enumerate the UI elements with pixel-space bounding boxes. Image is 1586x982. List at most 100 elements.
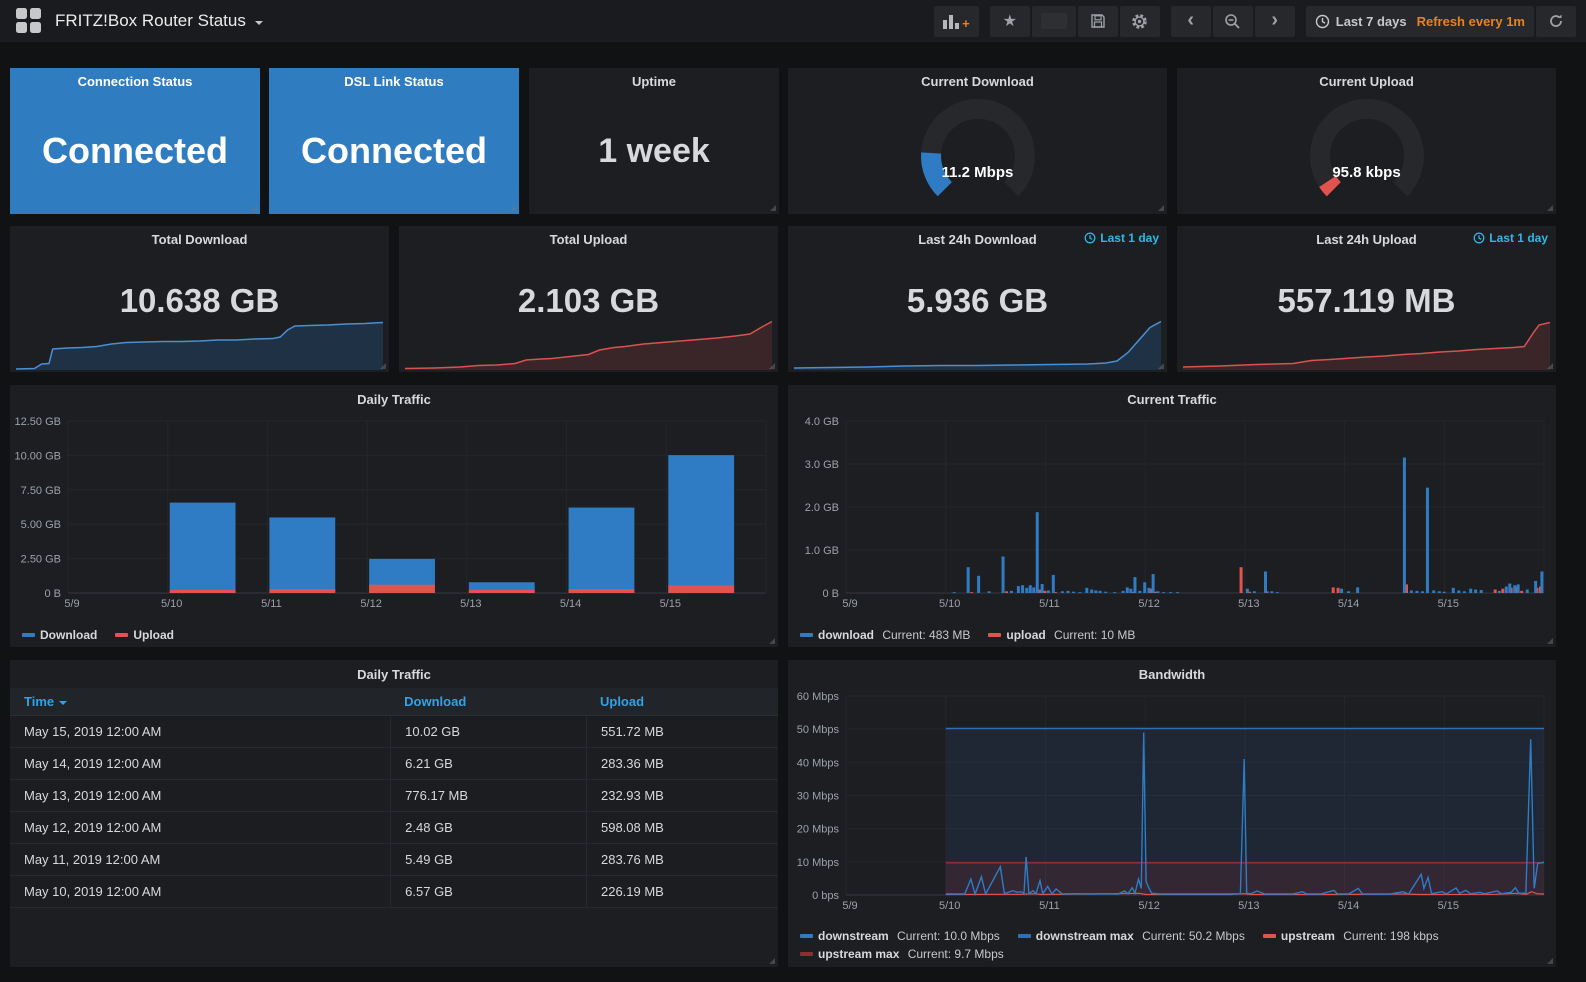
- panel-resize-handle[interactable]: [251, 205, 257, 211]
- time-range-label: Last 7 days: [1335, 13, 1407, 29]
- panel-connection-status: Connection Status Connected: [10, 68, 260, 214]
- panel-title[interactable]: Daily Traffic: [10, 385, 778, 413]
- download-bar: [668, 455, 735, 593]
- share-icon: [1040, 13, 1067, 29]
- grafana-logo-icon[interactable]: [16, 8, 42, 34]
- panel-title[interactable]: Uptime: [529, 68, 779, 94]
- refresh-icon: [1550, 14, 1562, 27]
- refresh-interval-label: Refresh every 1m: [1416, 13, 1525, 29]
- table-cell: 2.48 GB: [390, 812, 586, 843]
- legend-swatch-icon: [800, 633, 813, 637]
- time-range-picker[interactable]: Last 7 days Refresh every 1m: [1305, 5, 1534, 37]
- table-cell: 776.17 MB: [390, 780, 586, 811]
- upload-bar: [568, 589, 635, 593]
- legend-item[interactable]: upstream Current: 198 kbps: [1262, 929, 1439, 943]
- x-tick-label: 5/15: [1438, 598, 1459, 610]
- last24-upload-sparkline: [1182, 320, 1551, 370]
- panel-total-upload: Total Upload 2.103 GB: [399, 226, 778, 372]
- download-bar: [169, 502, 236, 593]
- panel-resize-handle[interactable]: [1158, 205, 1164, 211]
- panel-resize-handle[interactable]: [510, 205, 516, 211]
- panel-title[interactable]: Total Upload: [399, 226, 778, 252]
- x-tick-label: 5/11: [261, 598, 282, 610]
- panel-title[interactable]: DSL Link Status: [269, 68, 519, 94]
- dsl-link-status-value: Connected: [300, 130, 487, 171]
- x-tick-label: 5/14: [560, 598, 581, 610]
- legend-item[interactable]: downstream Current: 10.0 Mbps: [800, 929, 1000, 943]
- download-spike: [1479, 589, 1483, 593]
- share-dashboard-button[interactable]: [1031, 5, 1076, 37]
- download-spike: [1534, 580, 1538, 593]
- table-cell: May 12, 2019 12:00 AM: [24, 820, 162, 835]
- download-spike: [1090, 589, 1094, 593]
- time-forward-button[interactable]: ›: [1254, 5, 1295, 37]
- download-spike: [1021, 585, 1025, 593]
- panel-title[interactable]: Connection Status: [10, 68, 260, 94]
- legend-item[interactable]: download Current: 483 MB: [800, 628, 970, 642]
- table-cell: 6.21 GB: [390, 748, 586, 779]
- legend-item[interactable]: downstream max Current: 50.2 Mbps: [1017, 929, 1245, 943]
- save-dashboard-button[interactable]: [1077, 5, 1118, 37]
- panel-last24-download: Last 24h Download Last 1 day 5.936 GB: [788, 226, 1167, 372]
- panel-resize-handle[interactable]: [1547, 205, 1553, 211]
- dashboard-title-caret-icon[interactable]: [254, 20, 263, 25]
- legend-item[interactable]: Upload: [115, 628, 174, 642]
- y-tick-label: 0 B: [822, 588, 839, 600]
- zoom-out-button[interactable]: [1212, 5, 1253, 37]
- panel-resize-handle[interactable]: [380, 363, 386, 369]
- current-download-gauge: [920, 99, 1035, 197]
- legend-item[interactable]: Download: [22, 628, 97, 642]
- panel-resize-handle[interactable]: [769, 638, 775, 644]
- panel-resize-handle[interactable]: [769, 958, 775, 964]
- x-tick-label: 5/12: [1138, 900, 1159, 912]
- table-cell: 226.19 MB: [585, 876, 778, 907]
- zoom-out-icon: [1225, 13, 1240, 29]
- upload-bar: [468, 589, 535, 593]
- chart-legend: downstream Current: 10.0 Mbps downstream …: [800, 929, 1548, 961]
- panel-title[interactable]: Daily Traffic: [10, 660, 778, 688]
- download-spike: [1078, 592, 1082, 594]
- download-spike: [1437, 591, 1441, 593]
- download-spike: [1072, 591, 1076, 593]
- panel-title[interactable]: Current Upload: [1177, 68, 1556, 94]
- panel-title[interactable]: Total Download: [10, 226, 389, 252]
- x-tick-label: 5/11: [1039, 900, 1060, 912]
- download-spike: [1347, 591, 1351, 593]
- timeshift-badge: Last 1 day: [1473, 231, 1548, 245]
- y-tick-label: 2.50 GB: [21, 554, 61, 566]
- gear-icon: [1132, 13, 1148, 29]
- table-column-header[interactable]: Download: [390, 688, 586, 715]
- dashboard-settings-button[interactable]: [1119, 5, 1160, 37]
- refresh-button[interactable]: [1536, 5, 1576, 37]
- panel-current-traffic-chart: Current Traffic 4.0 GB 3.0 GB 2.0 GB 1.0 GB…: [788, 385, 1556, 647]
- table-cell: 10.02 GB: [390, 716, 586, 747]
- panel-resize-handle[interactable]: [769, 363, 775, 369]
- y-tick-label: 10 Mbps: [797, 857, 840, 869]
- table-column-header[interactable]: Upload: [586, 688, 778, 715]
- panel-resize-handle[interactable]: [1547, 363, 1553, 369]
- legend-item[interactable]: upload Current: 10 MB: [988, 628, 1135, 642]
- panel-resize-handle[interactable]: [1547, 638, 1553, 644]
- panel-resize-handle[interactable]: [770, 205, 776, 211]
- panel-title[interactable]: Bandwidth: [788, 660, 1556, 688]
- download-spike: [1046, 590, 1050, 593]
- time-back-button[interactable]: ‹: [1170, 5, 1211, 37]
- panel-resize-handle[interactable]: [1158, 363, 1164, 369]
- current-download-value: 11.2 Mbps: [941, 164, 1014, 181]
- table-cell: 232.93 MB: [585, 780, 778, 811]
- legend-item[interactable]: upstream max Current: 9.7 Mbps: [800, 947, 1004, 961]
- star-dashboard-button[interactable]: ★: [989, 5, 1030, 37]
- panel-title[interactable]: Current Traffic: [788, 385, 1556, 413]
- chevron-right-icon: ›: [1271, 8, 1279, 31]
- panel-title[interactable]: Current Download: [788, 68, 1167, 94]
- dashboard-title[interactable]: FRITZ!Box Router Status: [55, 11, 246, 31]
- x-tick-label: 5/10: [939, 900, 960, 912]
- add-panel-button[interactable]: +: [934, 5, 979, 37]
- panel-resize-handle[interactable]: [1547, 958, 1553, 964]
- y-tick-label: 0 B: [44, 588, 61, 600]
- table-cell: May 11, 2019 12:00 AM: [24, 852, 161, 867]
- download-bar: [269, 517, 336, 593]
- current-upload-value: 95.8 kbps: [1332, 164, 1401, 181]
- table-row: May 11, 2019 12:00 AM 5.49 GB 283.76 MB: [10, 844, 778, 876]
- table-column-header[interactable]: Time: [10, 688, 390, 715]
